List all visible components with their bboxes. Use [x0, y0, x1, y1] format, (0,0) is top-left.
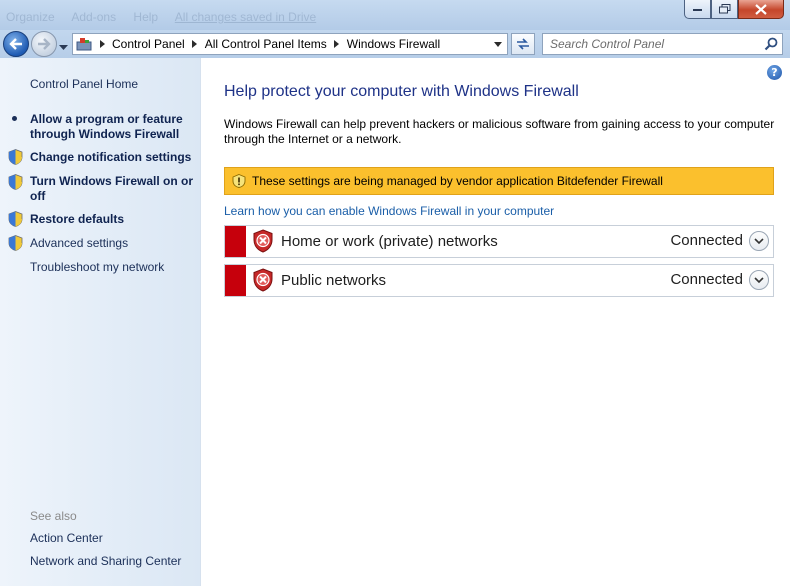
sidebar-item-advanced-settings[interactable]: Advanced settings: [30, 236, 128, 251]
faded-menu-item: Help: [133, 10, 159, 24]
forward-button[interactable]: [31, 31, 57, 57]
navigation-bar: Control Panel All Control Panel Items Wi…: [0, 30, 790, 58]
warning-text: These settings are being managed by vend…: [252, 174, 663, 188]
uac-shield-icon: [8, 211, 23, 227]
uac-shield-icon: [8, 149, 23, 165]
arrow-right-icon: [38, 38, 51, 50]
network-panel-private[interactable]: Home or work (private) networks Connecte…: [224, 225, 774, 258]
uac-shield-icon: [8, 174, 23, 190]
firewall-off-shield-icon: [253, 268, 273, 292]
expand-button[interactable]: [749, 231, 769, 251]
maximize-button[interactable]: [711, 0, 738, 19]
warning-shield-icon: [232, 174, 246, 188]
status-color-strip: [225, 265, 246, 296]
network-name: Home or work (private) networks: [281, 233, 498, 250]
page-description: Windows Firewall can help prevent hacker…: [224, 117, 775, 146]
chevron-down-icon: [59, 45, 68, 50]
search-input[interactable]: [543, 34, 753, 54]
faded-menu-item: All changes saved in Drive: [174, 10, 317, 24]
chevron-down-icon: [494, 41, 502, 47]
network-status: Connected: [670, 271, 743, 288]
search-box[interactable]: [542, 33, 783, 55]
title-bar: Organize Add-ons Help All changes saved …: [0, 0, 790, 30]
control-panel-icon: [73, 34, 95, 54]
faded-menu-item: Organize: [6, 10, 55, 24]
network-name: Public networks: [281, 272, 387, 289]
breadcrumb-separator-icon[interactable]: [95, 34, 109, 54]
address-bar[interactable]: Control Panel All Control Panel Items Wi…: [72, 33, 508, 55]
see-also-heading: See also: [30, 509, 77, 523]
learn-enable-firewall-link[interactable]: Learn how you can enable Windows Firewal…: [224, 204, 554, 218]
firewall-off-shield-icon: [253, 229, 273, 253]
chevron-down-icon: [754, 276, 764, 283]
network-panel-public[interactable]: Public networks Connected: [224, 264, 774, 297]
faded-menu-bar: Organize Add-ons Help All changes saved …: [6, 10, 330, 24]
breadcrumb-control-panel[interactable]: Control Panel: [109, 37, 188, 51]
refresh-button[interactable]: [511, 33, 535, 55]
help-icon[interactable]: ?: [767, 65, 782, 80]
minimize-icon: [693, 9, 702, 11]
address-dropdown-button[interactable]: [491, 37, 505, 51]
expand-button[interactable]: [749, 270, 769, 290]
sidebar-item-troubleshoot-network[interactable]: Troubleshoot my network: [30, 260, 164, 275]
managed-by-vendor-warning: These settings are being managed by vend…: [224, 167, 774, 195]
sidebar-item-allow-program[interactable]: Allow a program or feature through Windo…: [30, 112, 195, 142]
sidebar-item-turn-firewall-on-off[interactable]: Turn Windows Firewall on or off: [30, 174, 195, 204]
minimize-button[interactable]: [684, 0, 711, 19]
status-color-strip: [225, 226, 246, 257]
sidebar-item-change-notifications[interactable]: Change notification settings: [30, 150, 191, 165]
breadcrumb-windows-firewall[interactable]: Windows Firewall: [344, 37, 443, 51]
sidebar-item-restore-defaults[interactable]: Restore defaults: [30, 212, 124, 227]
refresh-icon: [517, 38, 529, 50]
close-button[interactable]: [738, 0, 784, 19]
uac-shield-icon: [8, 235, 23, 251]
faded-menu-item: Add-ons: [71, 10, 117, 24]
search-icon[interactable]: [764, 37, 778, 54]
breadcrumb-all-items[interactable]: All Control Panel Items: [202, 37, 330, 51]
restore-icon: [718, 4, 730, 14]
action-center-link[interactable]: Action Center: [30, 531, 103, 546]
bullet-icon: [12, 116, 17, 121]
close-icon: [755, 3, 767, 15]
arrow-left-icon: [9, 38, 22, 50]
window-controls: [684, 0, 784, 19]
back-button[interactable]: [3, 31, 29, 57]
network-sharing-center-link[interactable]: Network and Sharing Center: [30, 554, 181, 569]
chevron-down-icon: [754, 237, 764, 244]
breadcrumb-separator-icon[interactable]: [330, 34, 344, 54]
left-navigation-pane: Control Panel Home Allow a program or fe…: [0, 58, 201, 586]
breadcrumb-separator-icon[interactable]: [188, 34, 202, 54]
control-panel-home-link[interactable]: Control Panel Home: [30, 77, 138, 92]
page-title: Help protect your computer with Windows …: [224, 83, 579, 100]
recent-pages-dropdown[interactable]: [59, 40, 68, 54]
network-status: Connected: [670, 232, 743, 249]
